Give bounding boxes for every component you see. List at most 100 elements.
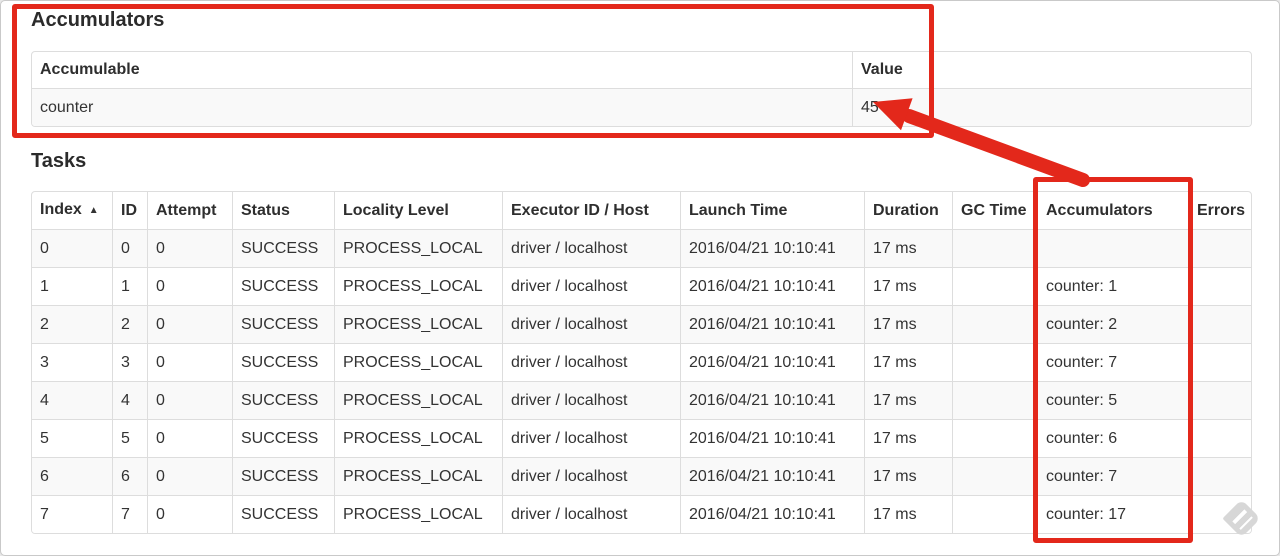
executor-cell: driver / localhost: [502, 457, 681, 496]
table-row: 3 3 0 SUCCESS PROCESS_LOCAL driver / loc…: [32, 343, 1251, 382]
duration-cell: 17 ms: [864, 343, 953, 382]
table-row: 2 2 0 SUCCESS PROCESS_LOCAL driver / loc…: [32, 305, 1251, 344]
gc-time-cell: [952, 419, 1038, 458]
errors-cell: [1188, 343, 1251, 382]
attempt-cell: 0: [147, 381, 233, 420]
launch-time-cell: 2016/04/21 10:10:41: [680, 267, 865, 306]
duration-cell: 17 ms: [864, 495, 953, 533]
table-row: 7 7 0 SUCCESS PROCESS_LOCAL driver / loc…: [32, 495, 1251, 533]
executor-cell: driver / localhost: [502, 419, 681, 458]
index-cell: 1: [32, 267, 113, 306]
index-cell: 4: [32, 381, 113, 420]
index-cell: 7: [32, 495, 113, 533]
locality-level-cell: PROCESS_LOCAL: [334, 381, 503, 420]
locality-level-column-header[interactable]: Locality Level: [334, 192, 503, 230]
locality-level-cell: PROCESS_LOCAL: [334, 229, 503, 268]
gc-time-cell: [952, 381, 1038, 420]
errors-cell: [1188, 229, 1251, 268]
accumulable-name-cell: counter: [32, 88, 853, 126]
gc-time-cell: [952, 495, 1038, 533]
table-row: 0 0 0 SUCCESS PROCESS_LOCAL driver / loc…: [32, 229, 1251, 268]
status-cell: SUCCESS: [232, 457, 335, 496]
spark-ui-stage-page: Accumulators Accumulable Value counter 4…: [0, 0, 1280, 556]
duration-cell: 17 ms: [864, 229, 953, 268]
id-cell: 0: [112, 229, 148, 268]
accumulators-cell: counter: 5: [1037, 381, 1189, 420]
accumulators-column-header[interactable]: Accumulators: [1037, 192, 1189, 230]
id-cell: 3: [112, 343, 148, 382]
launch-time-column-header[interactable]: Launch Time: [680, 192, 865, 230]
launch-time-cell: 2016/04/21 10:10:41: [680, 343, 865, 382]
index-cell: 0: [32, 229, 113, 268]
accumulators-cell: [1037, 229, 1189, 268]
accumulators-cell: counter: 17: [1037, 495, 1189, 533]
gc-time-column-header[interactable]: GC Time: [952, 192, 1038, 230]
executor-cell: driver / localhost: [502, 229, 681, 268]
id-column-header[interactable]: ID: [112, 192, 148, 230]
gc-time-cell: [952, 229, 1038, 268]
tasks-table: Index ▲ ID Attempt Status Locality Level …: [31, 191, 1252, 534]
errors-cell: [1188, 495, 1251, 533]
locality-level-cell: PROCESS_LOCAL: [334, 343, 503, 382]
attempt-cell: 0: [147, 343, 233, 382]
accumulable-column-header[interactable]: Accumulable: [32, 52, 853, 89]
duration-cell: 17 ms: [864, 457, 953, 496]
index-cell: 5: [32, 419, 113, 458]
status-cell: SUCCESS: [232, 267, 335, 306]
duration-column-header[interactable]: Duration: [864, 192, 953, 230]
value-column-header[interactable]: Value: [852, 52, 1251, 89]
launch-time-cell: 2016/04/21 10:10:41: [680, 457, 865, 496]
id-cell: 6: [112, 457, 148, 496]
errors-cell: [1188, 457, 1251, 496]
attempt-cell: 0: [147, 305, 233, 344]
locality-level-cell: PROCESS_LOCAL: [334, 267, 503, 306]
status-cell: SUCCESS: [232, 419, 335, 458]
launch-time-cell: 2016/04/21 10:10:41: [680, 229, 865, 268]
table-row: 1 1 0 SUCCESS PROCESS_LOCAL driver / loc…: [32, 267, 1251, 306]
id-cell: 7: [112, 495, 148, 533]
id-cell: 2: [112, 305, 148, 344]
status-column-header[interactable]: Status: [232, 192, 335, 230]
table-row: 6 6 0 SUCCESS PROCESS_LOCAL driver / loc…: [32, 457, 1251, 496]
launch-time-cell: 2016/04/21 10:10:41: [680, 381, 865, 420]
index-column-header[interactable]: Index ▲: [32, 192, 113, 230]
id-cell: 1: [112, 267, 148, 306]
executor-cell: driver / localhost: [502, 267, 681, 306]
errors-cell: [1188, 267, 1251, 306]
gc-time-cell: [952, 267, 1038, 306]
accumulable-value-cell: 45: [852, 88, 1251, 126]
attempt-cell: 0: [147, 229, 233, 268]
errors-cell: [1188, 305, 1251, 344]
accumulators-cell: counter: 1: [1037, 267, 1189, 306]
executor-cell: driver / localhost: [502, 381, 681, 420]
index-cell: 2: [32, 305, 113, 344]
accumulators-heading: Accumulators: [31, 9, 165, 31]
duration-cell: 17 ms: [864, 305, 953, 344]
gc-time-cell: [952, 305, 1038, 344]
launch-time-cell: 2016/04/21 10:10:41: [680, 305, 865, 344]
attempt-column-header[interactable]: Attempt: [147, 192, 233, 230]
locality-level-cell: PROCESS_LOCAL: [334, 495, 503, 533]
errors-cell: [1188, 381, 1251, 420]
index-cell: 6: [32, 457, 113, 496]
index-cell: 3: [32, 343, 113, 382]
accumulators-table: Accumulable Value counter 45: [31, 51, 1252, 127]
accumulators-cell: counter: 7: [1037, 457, 1189, 496]
status-cell: SUCCESS: [232, 305, 335, 344]
gc-time-cell: [952, 343, 1038, 382]
tasks-header-row: Index ▲ ID Attempt Status Locality Level …: [32, 192, 1251, 230]
duration-cell: 17 ms: [864, 419, 953, 458]
executor-column-header[interactable]: Executor ID / Host: [502, 192, 681, 230]
attempt-cell: 0: [147, 419, 233, 458]
errors-cell: [1188, 419, 1251, 458]
id-cell: 4: [112, 381, 148, 420]
errors-column-header[interactable]: Errors: [1188, 192, 1251, 230]
accumulators-cell: counter: 7: [1037, 343, 1189, 382]
locality-level-cell: PROCESS_LOCAL: [334, 457, 503, 496]
locality-level-cell: PROCESS_LOCAL: [334, 305, 503, 344]
duration-cell: 17 ms: [864, 381, 953, 420]
status-cell: SUCCESS: [232, 495, 335, 533]
table-row: 4 4 0 SUCCESS PROCESS_LOCAL driver / loc…: [32, 381, 1251, 420]
table-row: 5 5 0 SUCCESS PROCESS_LOCAL driver / loc…: [32, 419, 1251, 458]
tasks-heading: Tasks: [31, 150, 87, 172]
